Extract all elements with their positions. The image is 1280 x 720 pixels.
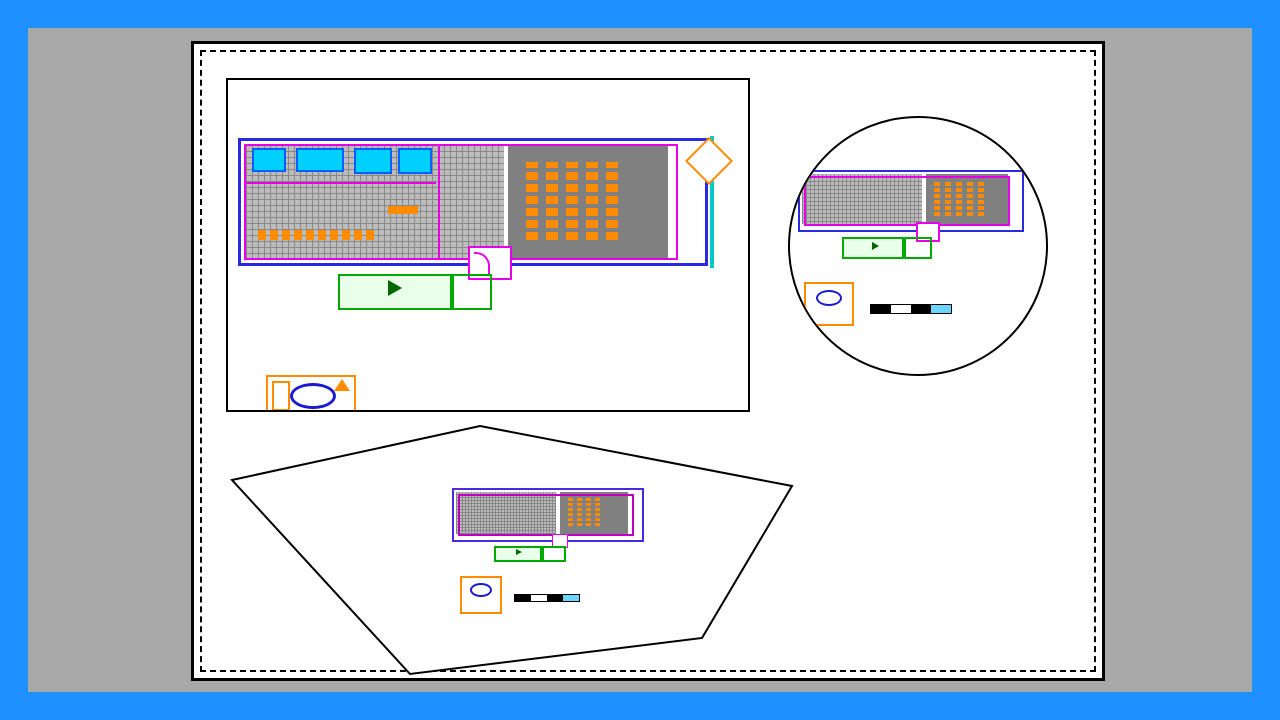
- north-arrow-block-clipped: [266, 375, 356, 412]
- north-pointer-icon: [334, 379, 350, 391]
- floor-plan-small[interactable]: [452, 488, 644, 542]
- room-block: [296, 148, 344, 172]
- seat-column: [978, 182, 984, 216]
- scalebar-segment: [563, 595, 579, 601]
- entry-path-box: [902, 237, 932, 259]
- room-block: [252, 148, 286, 172]
- plan-inner-wall: [458, 494, 634, 536]
- seat-column: [956, 182, 962, 216]
- scalebar-segment: [931, 305, 951, 313]
- entry-arrow-icon: [872, 242, 879, 250]
- cad-application-frame: [0, 0, 1280, 720]
- counter-furniture: [388, 206, 418, 214]
- seat-column: [586, 162, 598, 240]
- room-block: [398, 148, 432, 174]
- north-arrow-block: [460, 576, 502, 614]
- entry-arrow-icon: [516, 549, 522, 555]
- scalebar-segment: [531, 595, 547, 601]
- entry-arrow-icon: [388, 280, 402, 296]
- entry-diagram: [338, 268, 518, 312]
- seat-column: [586, 498, 591, 526]
- seating-rows: [526, 162, 618, 240]
- seat-column: [577, 498, 582, 526]
- seat-column: [934, 182, 940, 216]
- seat-column: [568, 498, 573, 526]
- seat-column: [606, 162, 618, 240]
- modelspace-background: [28, 28, 1252, 692]
- north-compass-icon: [816, 290, 842, 306]
- viewport-polygon[interactable]: [232, 426, 792, 674]
- north-compass-icon: [470, 583, 492, 597]
- seat-column: [546, 162, 558, 240]
- floor-plan-medium[interactable]: [798, 170, 1024, 232]
- scalebar-segment: [911, 305, 931, 313]
- seating-rows: [568, 498, 600, 526]
- seat-column: [526, 162, 538, 240]
- north-arrow-block: [804, 282, 854, 326]
- counter-furniture: [258, 230, 378, 240]
- scalebar-segment: [515, 595, 531, 601]
- scalebar-segment: [871, 305, 891, 313]
- interior-wall: [438, 146, 440, 258]
- viewport-rectangle[interactable]: [226, 78, 750, 412]
- scalebar-segment: [891, 305, 911, 313]
- scale-bar: [514, 594, 580, 602]
- entry-path-box: [540, 546, 566, 562]
- scalebar-segment: [547, 595, 563, 601]
- viewport-circle[interactable]: [788, 116, 1048, 376]
- seat-column: [945, 182, 951, 216]
- entry-diagram: [494, 544, 574, 562]
- seating-rows: [934, 182, 984, 216]
- seat-column: [967, 182, 973, 216]
- room-block: [354, 148, 392, 174]
- interior-wall: [246, 182, 436, 184]
- entry-path-box: [450, 274, 492, 310]
- entry-diagram: [842, 234, 942, 260]
- scale-bar: [870, 304, 952, 314]
- north-compass-icon: [290, 383, 336, 409]
- seat-column: [595, 498, 600, 526]
- seat-column: [566, 162, 578, 240]
- paper-layout-sheet[interactable]: [191, 41, 1105, 681]
- north-block-frame: [272, 381, 290, 411]
- viewport-polygon-content: [232, 426, 792, 674]
